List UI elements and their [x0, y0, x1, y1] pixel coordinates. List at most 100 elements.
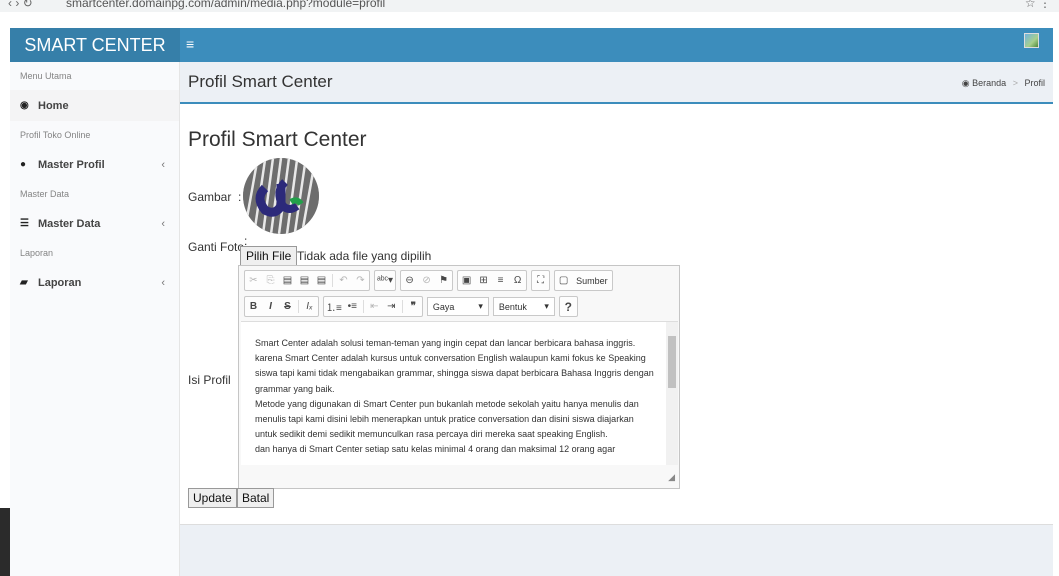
indent-icon[interactable]: ⇥: [383, 297, 400, 316]
editor-scrollbar[interactable]: [666, 322, 678, 465]
chevron-left-icon: ‹: [161, 217, 165, 230]
paste-text-icon[interactable]: ▤: [296, 271, 313, 290]
choose-file-button[interactable]: Pilih File: [240, 246, 298, 266]
sidebar-header: Profil Toko Online: [20, 130, 91, 140]
rich-text-editor: ✂ ⎘ ▤ ▤ ▤ ↶ ↷ ᵃᵇᶜ▾ ⊖ ⊘ ⚑ ▣ ⊞ ≡ Ω ⛶ ▢ Sum…: [238, 265, 680, 489]
breadcrumb-separator: >: [1012, 78, 1018, 88]
unlink-icon[interactable]: ⊘: [418, 271, 435, 290]
update-button[interactable]: Update: [188, 488, 237, 508]
home-icon: ◉: [961, 78, 973, 88]
file-status-text: Tidak ada file yang dipilih: [297, 249, 432, 263]
cut-icon[interactable]: ✂: [245, 271, 262, 290]
sidebar-header: Menu Utama: [20, 71, 72, 81]
paragraph: dan hanya di Smart Center setiap satu ke…: [255, 444, 616, 455]
strikethrough-icon[interactable]: S: [279, 297, 296, 316]
cancel-button[interactable]: Batal: [237, 488, 275, 508]
redo-icon[interactable]: ↷: [352, 271, 369, 290]
breadcrumb-current: Profil: [1024, 78, 1045, 88]
spellcheck-icon[interactable]: ᵃᵇᶜ▾: [375, 271, 395, 290]
chevron-left-icon: ‹: [161, 276, 165, 289]
sidebar-header: Laporan: [20, 248, 54, 258]
sidebar-item-label: Laporan: [38, 276, 82, 289]
source-button[interactable]: Sumber: [572, 276, 612, 286]
dropdown-arrow-icon: ▾: [478, 301, 483, 311]
address-bar[interactable]: smartcenter.domainpg.com/admin/media.php…: [66, 0, 385, 10]
top-navbar: [180, 28, 1053, 62]
book-icon: ▰: [20, 277, 28, 288]
sidebar-item-label: Master Data: [38, 217, 101, 230]
paragraph: Metode yang digunakan di Smart Center pu…: [255, 398, 639, 440]
resize-handle-icon[interactable]: ◢: [668, 472, 675, 483]
paragraph-group: ⒈≡ •≡ ⇤ ⇥ ❞: [323, 296, 423, 317]
source-group: ▢ Sumber: [554, 270, 613, 291]
user-avatar[interactable]: [1024, 33, 1039, 48]
sidebar-item-master-data[interactable]: ☰ Master Data ‹: [10, 208, 179, 239]
editor-content-area[interactable]: Smart Center adalah solusi teman-teman y…: [241, 321, 678, 465]
image-icon[interactable]: ▣: [458, 271, 475, 290]
table-icon[interactable]: ⊞: [475, 271, 492, 290]
sidebar: Menu Utama ◉ Home Profil Toko Online ● M…: [10, 62, 180, 576]
profile-logo-image: [243, 158, 319, 234]
sidebar-item-master-profil[interactable]: ● Master Profil ‹: [10, 149, 179, 180]
source-icon[interactable]: ▢: [555, 271, 572, 290]
paragraph: Smart Center adalah solusi teman-teman y…: [255, 338, 654, 394]
clipboard-group: ✂ ⎘ ▤ ▤ ▤ ↶ ↷: [244, 270, 370, 291]
basic-style-group: B I S Iₓ: [244, 296, 319, 317]
sidebar-item-laporan[interactable]: ▰ Laporan ‹: [10, 267, 179, 298]
maximize-group: ⛶: [531, 270, 551, 291]
sidebar-item-label: Home: [38, 99, 69, 112]
paste-icon[interactable]: ▤: [279, 271, 296, 290]
hamburger-icon[interactable]: ≡: [186, 36, 194, 52]
page-title: Profil Smart Center: [188, 72, 333, 91]
editor-toolbar-row-1: ✂ ⎘ ▤ ▤ ▤ ↶ ↷ ᵃᵇᶜ▾ ⊖ ⊘ ⚑ ▣ ⊞ ≡ Ω ⛶ ▢ Sum…: [244, 270, 617, 291]
ganti-foto-label: Ganti Foto:: [188, 234, 248, 254]
spellcheck-group: ᵃᵇᶜ▾: [374, 270, 397, 291]
bold-icon[interactable]: B: [245, 297, 262, 316]
italic-icon[interactable]: I: [262, 297, 279, 316]
style-dropdown[interactable]: Gaya ▾: [426, 297, 489, 316]
sidebar-item-label: Master Profil: [38, 158, 105, 171]
insert-group: ▣ ⊞ ≡ Ω: [457, 270, 528, 291]
sidebar-header: Master Data: [20, 189, 70, 199]
link-icon[interactable]: ⊖: [401, 271, 418, 290]
bulleted-list-icon[interactable]: •≡: [344, 297, 361, 316]
brand-logo[interactable]: SMART CENTER: [10, 28, 180, 62]
window-edge: [0, 508, 10, 576]
help-icon[interactable]: ?: [560, 297, 577, 316]
paste-word-icon[interactable]: ▤: [313, 271, 330, 290]
numbered-list-icon[interactable]: ⒈≡: [324, 297, 344, 316]
anchor-flag-icon[interactable]: ⚑: [435, 271, 452, 290]
help-group: ?: [558, 296, 578, 317]
gambar-label: Gambar :: [188, 190, 242, 204]
editor-footer: ◢: [241, 466, 678, 486]
scrollbar-thumb[interactable]: [668, 336, 676, 388]
undo-icon[interactable]: ↶: [335, 271, 352, 290]
chevron-left-icon: ‹: [161, 158, 165, 171]
copy-icon[interactable]: ⎘: [262, 271, 279, 290]
browser-actions[interactable]: ☆ ⋮: [1025, 0, 1051, 10]
browser-toolbar: ‹ › ↻ smartcenter.domainpg.com/admin/med…: [0, 0, 1059, 12]
database-icon: ☰: [20, 218, 29, 229]
user-icon: ●: [20, 159, 27, 170]
remove-format-icon[interactable]: Iₓ: [301, 297, 318, 316]
outdent-icon[interactable]: ⇤: [366, 297, 383, 316]
special-char-icon[interactable]: Ω: [509, 271, 526, 290]
content-footer-area: [180, 524, 1053, 576]
toolbar-separator: [362, 300, 364, 313]
form-heading: Profil Smart Center: [188, 128, 367, 151]
toolbar-separator: [298, 300, 299, 313]
browser-nav-buttons[interactable]: ‹ › ↻: [8, 0, 33, 10]
sidebar-item-home[interactable]: ◉ Home: [10, 90, 179, 121]
editor-text: Smart Center adalah solusi teman-teman y…: [255, 336, 655, 458]
isi-profil-label: Isi Profil: [188, 373, 231, 387]
horizontal-line-icon[interactable]: ≡: [492, 271, 509, 290]
breadcrumb-home[interactable]: Beranda: [972, 78, 1006, 88]
dropdown-arrow-icon: ▾: [544, 301, 549, 311]
blockquote-icon[interactable]: ❞: [405, 297, 422, 316]
dashboard-icon: ◉: [20, 100, 29, 111]
maximize-icon[interactable]: ⛶: [532, 271, 549, 290]
breadcrumb: ◉ Beranda > Profil: [962, 78, 1045, 89]
editor-toolbar-row-2: B I S Iₓ ⒈≡ •≡ ⇤ ⇥ ❞ Gaya ▾ Bentuk ▾ ?: [244, 296, 582, 317]
format-dropdown[interactable]: Bentuk ▾: [492, 297, 555, 316]
toolbar-separator: [332, 274, 333, 287]
